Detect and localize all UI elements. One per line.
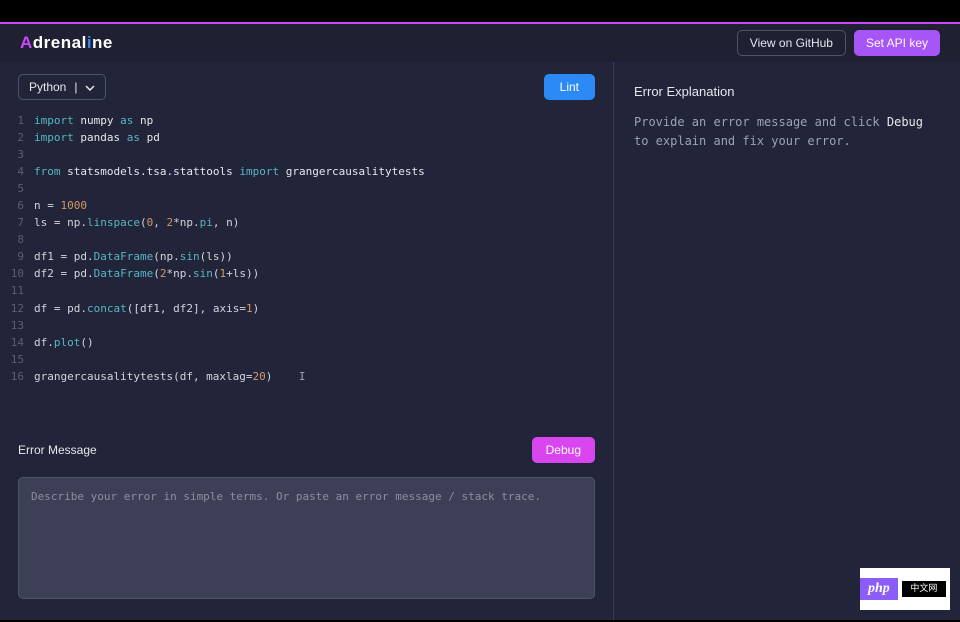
text-cursor-icon: I <box>299 368 307 385</box>
line-gutter: 12345678910111213141516 <box>6 112 34 423</box>
error-panel: Error Message Debug <box>0 423 613 620</box>
error-title: Error Message <box>18 443 97 457</box>
window-top-bar <box>0 0 960 24</box>
code-editor[interactable]: 12345678910111213141516 import numpy as … <box>0 112 613 423</box>
language-select[interactable]: Python | <box>18 74 106 100</box>
badge-cn: 中文网 <box>902 581 946 597</box>
explanation-title: Error Explanation <box>634 84 940 99</box>
site-badge: php 中文网 <box>860 568 950 610</box>
explanation-pane: Error Explanation Provide an error messa… <box>614 62 960 620</box>
app-logo: Adrenaline <box>20 33 113 53</box>
app-header: Adrenaline View on GitHub Set API key <box>0 24 960 62</box>
code-content[interactable]: import numpy as np import pandas as pd f… <box>34 112 425 423</box>
chevron-down-icon <box>85 80 95 94</box>
left-pane: Python | Lint 12345678910111213141516 im… <box>0 62 614 620</box>
view-github-button[interactable]: View on GitHub <box>737 30 846 56</box>
language-label: Python <box>29 80 66 94</box>
lint-button[interactable]: Lint <box>544 74 595 100</box>
set-api-key-button[interactable]: Set API key <box>854 30 940 56</box>
debug-button[interactable]: Debug <box>532 437 595 463</box>
error-input[interactable] <box>18 477 595 599</box>
explanation-text: Provide an error message and click Debug… <box>634 113 940 151</box>
divider: | <box>74 80 77 94</box>
php-logo-icon: php <box>860 578 898 600</box>
